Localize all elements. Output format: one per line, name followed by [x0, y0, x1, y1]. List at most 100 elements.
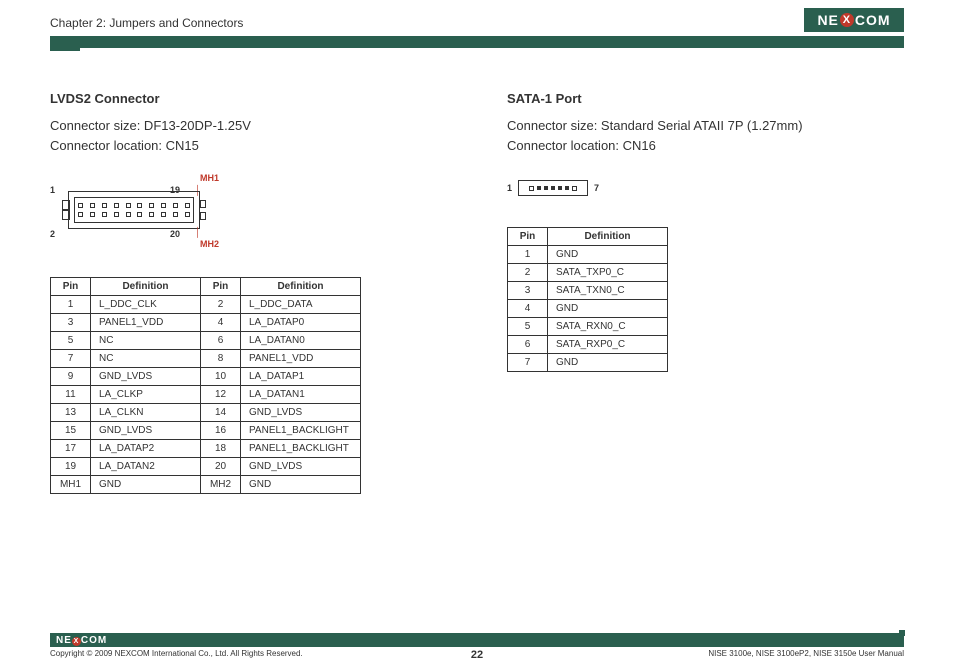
pin1-label: 1	[50, 185, 55, 195]
table-row: 7GND	[508, 354, 668, 372]
pin20-label: 20	[170, 229, 180, 239]
cell-def: LA_DATAP1	[241, 368, 361, 386]
header-divider	[50, 36, 904, 48]
sata1-desc: Connector size: Standard Serial ATAII 7P…	[507, 116, 904, 155]
cell-def: LA_CLKP	[91, 386, 201, 404]
cell-pin: 16	[201, 422, 241, 440]
cell-pin: 11	[51, 386, 91, 404]
cell-pin: 8	[201, 350, 241, 368]
cell-def: SATA_RXN0_C	[548, 318, 668, 336]
table-row: 3PANEL1_VDD4LA_DATAP0	[51, 314, 361, 332]
table-row: 13LA_CLKN14GND_LVDS	[51, 404, 361, 422]
cell-def: GND	[548, 354, 668, 372]
cell-def: PANEL1_BACKLIGHT	[241, 440, 361, 458]
table-row: 6SATA_RXP0_C	[508, 336, 668, 354]
cell-pin: 14	[201, 404, 241, 422]
footer-ornament-icon	[889, 630, 905, 650]
th-def: Definition	[548, 228, 668, 246]
lvds2-location: Connector location: CN15	[50, 138, 199, 153]
cell-pin: 19	[51, 458, 91, 476]
table-row: 19LA_DATAN220GND_LVDS	[51, 458, 361, 476]
cell-pin: 4	[201, 314, 241, 332]
cell-pin: 3	[51, 314, 91, 332]
cell-def: SATA_TXP0_C	[548, 264, 668, 282]
th-pin: Pin	[508, 228, 548, 246]
cell-def: LA_DATAN2	[91, 458, 201, 476]
table-row: 9GND_LVDS10LA_DATAP1	[51, 368, 361, 386]
th-pin: Pin	[51, 278, 91, 296]
cell-def: L_DDC_DATA	[241, 296, 361, 314]
left-column: LVDS2 Connector Connector size: DF13-20D…	[50, 91, 447, 494]
th-pin: Pin	[201, 278, 241, 296]
lvds2-size: Connector size: DF13-20DP-1.25V	[50, 118, 251, 133]
cell-def: GND_LVDS	[241, 404, 361, 422]
cell-def: L_DDC_CLK	[91, 296, 201, 314]
table-header-row: Pin Definition Pin Definition	[51, 278, 361, 296]
cell-def: NC	[91, 350, 201, 368]
cell-pin: 1	[51, 296, 91, 314]
pin1-label: 1	[507, 183, 512, 193]
cell-pin: MH1	[51, 476, 91, 494]
cell-pin: 6	[508, 336, 548, 354]
th-def: Definition	[241, 278, 361, 296]
cell-pin: 15	[51, 422, 91, 440]
table-header-row: Pin Definition	[508, 228, 668, 246]
right-column: SATA-1 Port Connector size: Standard Ser…	[507, 91, 904, 494]
cell-pin: 10	[201, 368, 241, 386]
logo-x-icon: X	[72, 637, 81, 646]
nexcom-logo-top: NEXCOM	[804, 8, 904, 32]
pin2-label: 2	[50, 229, 55, 239]
cell-pin: 2	[508, 264, 548, 282]
cell-pin: 1	[508, 246, 548, 264]
table-row: 5SATA_RXN0_C	[508, 318, 668, 336]
cell-pin: 17	[51, 440, 91, 458]
nexcom-logo-bottom: NEXCOM	[56, 635, 107, 646]
cell-def: LA_DATAN1	[241, 386, 361, 404]
cell-pin: 7	[508, 354, 548, 372]
lvds2-title: LVDS2 Connector	[50, 91, 447, 106]
table-row: 7NC8PANEL1_VDD	[51, 350, 361, 368]
cell-pin: 6	[201, 332, 241, 350]
cell-pin: 20	[201, 458, 241, 476]
table-row: MH1GNDMH2GND	[51, 476, 361, 494]
lvds2-pin-table: Pin Definition Pin Definition 1L_DDC_CLK…	[50, 277, 361, 494]
table-row: 3SATA_TXN0_C	[508, 282, 668, 300]
cell-def: NC	[91, 332, 201, 350]
cell-pin: 7	[51, 350, 91, 368]
cell-def: SATA_RXP0_C	[548, 336, 668, 354]
cell-def: PANEL1_VDD	[241, 350, 361, 368]
cell-pin: 18	[201, 440, 241, 458]
mh2-label: MH2	[200, 239, 219, 249]
table-row: 11LA_CLKP12LA_DATAN1	[51, 386, 361, 404]
cell-def: GND	[548, 300, 668, 318]
cell-def: LA_DATAP0	[241, 314, 361, 332]
mh1-label: MH1	[200, 173, 219, 183]
cell-pin: MH2	[201, 476, 241, 494]
cell-pin: 4	[508, 300, 548, 318]
sata1-pin-table: Pin Definition 1GND2SATA_TXP0_C3SATA_TXN…	[507, 227, 668, 372]
pin7-label: 7	[594, 183, 599, 193]
sata1-title: SATA-1 Port	[507, 91, 904, 106]
cell-def: GND_LVDS	[91, 422, 201, 440]
table-row: 1L_DDC_CLK2L_DDC_DATA	[51, 296, 361, 314]
cell-def: GND	[91, 476, 201, 494]
table-row: 2SATA_TXP0_C	[508, 264, 668, 282]
cell-def: LA_DATAN0	[241, 332, 361, 350]
table-row: 15GND_LVDS16PANEL1_BACKLIGHT	[51, 422, 361, 440]
table-row: 4GND	[508, 300, 668, 318]
cell-pin: 5	[51, 332, 91, 350]
cell-def: LA_CLKN	[91, 404, 201, 422]
cell-def: GND_LVDS	[91, 368, 201, 386]
cell-pin: 13	[51, 404, 91, 422]
cell-pin: 5	[508, 318, 548, 336]
lvds2-desc: Connector size: DF13-20DP-1.25V Connecto…	[50, 116, 447, 155]
th-def: Definition	[91, 278, 201, 296]
cell-def: LA_DATAP2	[91, 440, 201, 458]
logo-x-icon: X	[840, 13, 854, 27]
sata1-size: Connector size: Standard Serial ATAII 7P…	[507, 118, 803, 133]
cell-def: PANEL1_BACKLIGHT	[241, 422, 361, 440]
page-number: 22	[50, 649, 904, 661]
cell-def: GND	[241, 476, 361, 494]
footer-bar: NEXCOM	[50, 633, 904, 647]
table-row: 1GND	[508, 246, 668, 264]
